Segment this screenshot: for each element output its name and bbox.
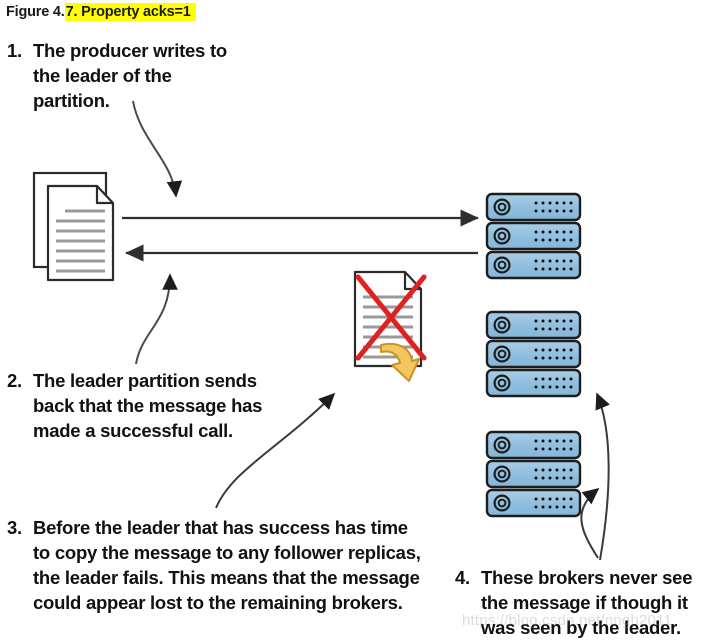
broker-unit — [485, 221, 582, 251]
callout-2-leader-arrow — [135, 273, 178, 365]
document-stack-icon — [32, 171, 115, 282]
broker-unit — [485, 310, 582, 340]
document-crossed-out-icon — [353, 270, 427, 382]
broker-unit — [485, 339, 582, 369]
broker-unit — [485, 488, 582, 518]
broker-unit — [485, 459, 582, 489]
callout-1-text: The producer writes to the leader of the… — [33, 40, 227, 111]
callout-3: 3. Before the leader that has success ha… — [7, 515, 427, 615]
follower-broker-stack-1 — [485, 310, 582, 398]
callout-3-text: Before the leader that has success has t… — [33, 517, 421, 613]
broker-unit — [485, 430, 582, 460]
callout-4-text: These brokers never see the message if t… — [481, 567, 693, 638]
callout-1-number: 1. — [7, 40, 22, 61]
callout-4-leader-arrow-upper — [595, 392, 610, 561]
broker-unit — [485, 250, 582, 280]
broker-unit — [485, 192, 582, 222]
callout-3-number: 3. — [7, 517, 22, 538]
follower-broker-stack-2 — [485, 430, 582, 518]
callout-4-number: 4. — [455, 567, 470, 588]
callout-2-number: 2. — [7, 370, 22, 391]
callout-4-leader-arrow-lower — [580, 487, 600, 559]
callout-1: 1. The producer writes to the leader of … — [7, 38, 237, 113]
callout-2-text: The leader partition sends back that the… — [33, 370, 263, 441]
callout-4: 4. These brokers never see the message i… — [455, 565, 711, 640]
callout-1-leader-arrow — [132, 100, 183, 198]
leader-broker-stack — [485, 192, 582, 280]
figure-container: Figure 4.7. Property acks=1 1. The produ… — [0, 0, 711, 641]
broker-unit — [485, 368, 582, 398]
callout-2: 2. The leader partition sends back that … — [7, 368, 297, 443]
